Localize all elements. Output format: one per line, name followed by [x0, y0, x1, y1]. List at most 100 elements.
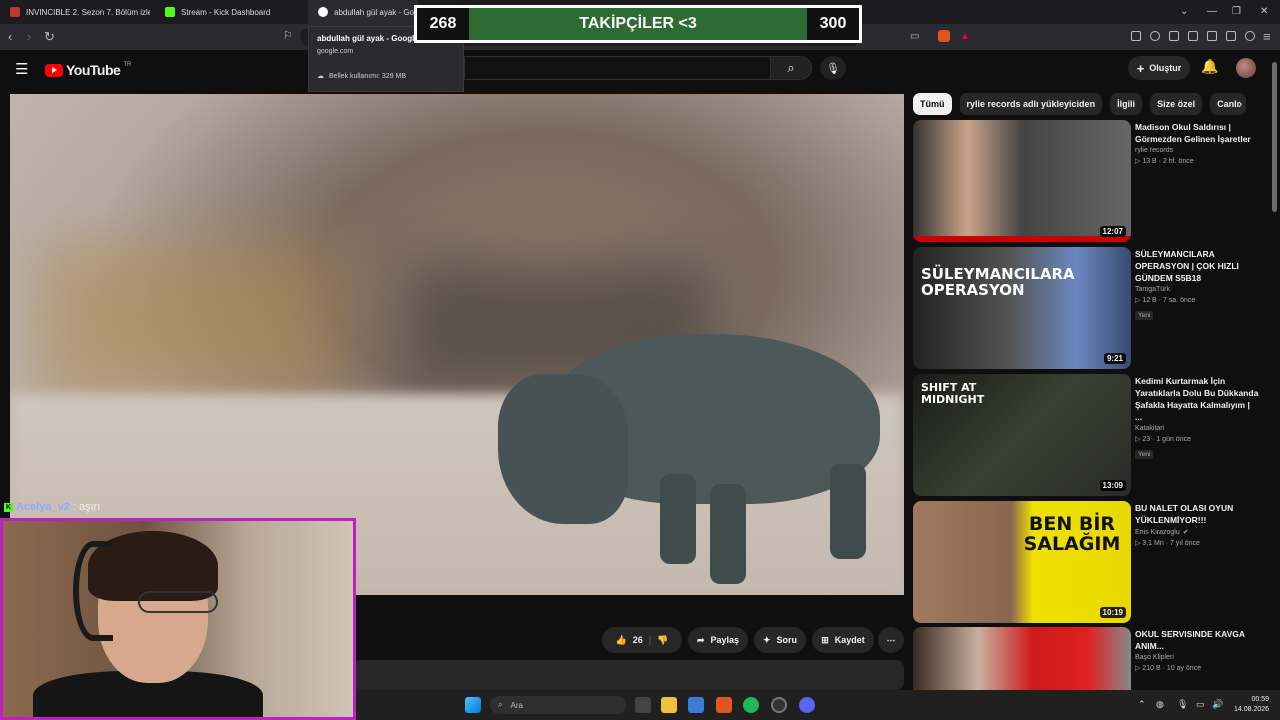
chip-from-uploader[interactable]: rylie records adlı yükleyiciden [959, 93, 1103, 115]
dislike-icon[interactable]: 👎 [657, 635, 668, 646]
back-icon[interactable]: ‹ [8, 30, 12, 43]
hover-card-domain: google.com [317, 48, 354, 55]
browser-tab[interactable]: Stream - Kick Dashboard [155, 0, 305, 24]
chip-for-you[interactable]: Size özel [1150, 93, 1203, 115]
video-thumbnail[interactable]: BEN BİR SALAĞIM 10:19 [913, 501, 1131, 623]
channel-name[interactable]: rylie records [1135, 147, 1259, 154]
video-title[interactable]: OKUL SERVISINDE KAVGA ANIM... [1135, 628, 1259, 652]
video-title[interactable]: SÜLEYMANCILARA OPERASYON | ÇOK HIZLI GÜN… [1135, 248, 1259, 284]
recommendation-item[interactable]: BEN BİR SALAĞIM 10:19 BU NALET OLASI OYU… [913, 501, 1253, 623]
video-thumbnail[interactable]: SHIFT AT MIDNIGHT 13:09 [913, 374, 1131, 496]
recommendation-item[interactable]: SHIFT AT MIDNIGHT 13:09 Kedimi Kurtarmak… [913, 374, 1258, 496]
brave-rewards-icon[interactable]: ▲ [960, 30, 970, 43]
browser-tab-active[interactable]: abdullah gül ayak - Google [308, 0, 418, 24]
plus-icon: + [1136, 60, 1145, 76]
taskbar-clock[interactable]: 00:59 14.08.2026 [1234, 695, 1269, 715]
notifications-bell-icon[interactable]: 🔔 [1201, 58, 1218, 75]
like-icon[interactable]: 👍 [616, 635, 627, 646]
bookmarks-panel-icon[interactable] [1169, 31, 1179, 41]
video-title[interactable]: Kedimi Kurtarmak İçin Yaratıklarla Dolu … [1135, 375, 1259, 423]
hamburger-menu-icon[interactable]: ☰ [15, 60, 28, 78]
chevron-right-icon[interactable]: › [1238, 96, 1242, 111]
channel-name[interactable]: Başo Klipleri [1135, 654, 1259, 661]
sidebar-icon[interactable] [1188, 31, 1198, 41]
discord-icon[interactable] [799, 697, 815, 713]
bookmark-icon[interactable]: ⚐ [283, 30, 293, 43]
taskbar-search[interactable]: ⌕ Ara [490, 696, 626, 714]
volume-icon[interactable]: 🔊 [1212, 699, 1223, 710]
channel-name[interactable]: Enis Kirazoglu ✔ [1135, 528, 1259, 537]
download-icon[interactable] [1150, 31, 1160, 41]
search-icon: ⌕ [498, 700, 503, 709]
minimize-icon[interactable]: — [1207, 6, 1217, 17]
account-avatar[interactable] [1236, 58, 1256, 78]
recommendation-item[interactable]: 12:07 Madison Okul Saldırısı | Görmezden… [913, 120, 1253, 242]
youtube-logo[interactable]: YouTube TR [45, 62, 131, 78]
goal-target: 300 [807, 8, 859, 40]
more-actions-button[interactable]: ⋯ [878, 627, 904, 653]
hover-card-memory: ☁ Bellek kullanımı: 329 MB [317, 72, 407, 81]
save-playlist-icon: ⊞ [821, 634, 829, 645]
video-title[interactable]: BU NALET OLASI OYUN YÜKLENMİYOR!!! [1135, 502, 1259, 526]
tray-overflow-icon[interactable]: ⌃ [1138, 699, 1146, 710]
chip-related[interactable]: İlgili [1110, 93, 1143, 115]
video-meta: ▷ 12 B · 7 sa. önce [1135, 297, 1196, 304]
video-duration: 10:19 [1099, 607, 1126, 618]
clock-date: 14.08.2026 [1234, 706, 1270, 713]
follower-goal-overlay: 268 TAKİPÇİLER <3 300 [414, 5, 862, 43]
goal-current: 268 [417, 8, 469, 40]
microphone-tray-icon[interactable]: 🎙 [1177, 699, 1188, 710]
vpn-icon[interactable] [1245, 31, 1255, 41]
search-button[interactable]: ⌕ [770, 56, 812, 80]
brave-shields-icon[interactable] [938, 30, 950, 42]
browser-tab[interactable]: INVINCIBLE 2. Sezon 7. Bölüm izle [0, 0, 150, 24]
google-logo-icon [318, 7, 328, 17]
file-explorer-icon[interactable] [661, 697, 677, 713]
cast-icon[interactable]: ▭ [910, 30, 919, 43]
windows-start-icon[interactable] [465, 697, 481, 713]
video-thumbnail[interactable]: 12:07 [913, 120, 1131, 242]
obs-icon[interactable] [771, 697, 787, 713]
description-box[interactable] [352, 660, 904, 690]
spotify-icon[interactable] [743, 697, 759, 713]
video-duration: 13:09 [1099, 480, 1126, 491]
clock-time: 00:59 [1251, 696, 1270, 703]
thumbnail-caption: SHIFT AT MIDNIGHT [921, 381, 985, 406]
extensions-icon[interactable] [1131, 31, 1141, 41]
video-meta: ▷ 3,1 Mn · 7 yıl önce [1135, 540, 1200, 547]
save-button[interactable]: ⊞ Kaydet [812, 627, 874, 653]
youtube-play-icon [45, 63, 63, 77]
channel-name[interactable]: Katakitari [1135, 425, 1259, 432]
task-view-icon[interactable] [635, 697, 651, 713]
chat-message: K Acelya_v2 : aşırı [4, 501, 100, 513]
thumbnail-caption: BEN BİR SALAĞIM [1023, 513, 1121, 555]
video-title[interactable]: Madison Okul Saldırısı | Görmezden Gelin… [1135, 121, 1259, 145]
tab-search-icon[interactable]: ⌄ [1180, 6, 1188, 17]
page-scrollbar[interactable] [1272, 62, 1277, 212]
more-icon: ⋯ [886, 634, 896, 645]
channel-name[interactable]: TamgaTürk [1135, 286, 1259, 293]
share-button[interactable]: ➦ Paylaş [688, 627, 748, 653]
reload-icon[interactable]: ↻ [44, 30, 55, 43]
brave-browser-icon[interactable] [716, 697, 732, 713]
wallet-icon[interactable] [1207, 31, 1217, 41]
like-dislike-group[interactable]: 👍 26 | 👎 [602, 627, 682, 653]
sparkle-icon: ✦ [762, 634, 771, 645]
video-duration: 9:21 [1103, 353, 1126, 364]
chip-all[interactable]: Tümü [913, 93, 952, 115]
video-thumbnail[interactable]: SÜLEYMANCILARA OPERASYON 9:21 [913, 247, 1131, 369]
store-icon[interactable] [688, 697, 704, 713]
tray-app-icon[interactable]: ◍ [1156, 699, 1164, 710]
voice-search-button[interactable]: 🎙 [820, 56, 846, 80]
leo-icon[interactable] [1226, 31, 1236, 41]
recommendation-item[interactable]: SÜLEYMANCILARA OPERASYON 9:21 SÜLEYMANCI… [913, 247, 1253, 369]
network-icon[interactable]: ▭ [1196, 699, 1205, 710]
menu-icon[interactable]: ≡ [1263, 30, 1271, 43]
maximize-icon[interactable]: ❐ [1232, 6, 1241, 17]
close-icon[interactable]: ✕ [1260, 6, 1268, 17]
ask-button[interactable]: ✦ Soru [754, 627, 806, 653]
forward-icon[interactable]: › [27, 30, 31, 43]
search-input[interactable] [464, 56, 770, 80]
create-button[interactable]: + Oluştur [1128, 56, 1190, 80]
webcam-overlay [0, 518, 356, 720]
